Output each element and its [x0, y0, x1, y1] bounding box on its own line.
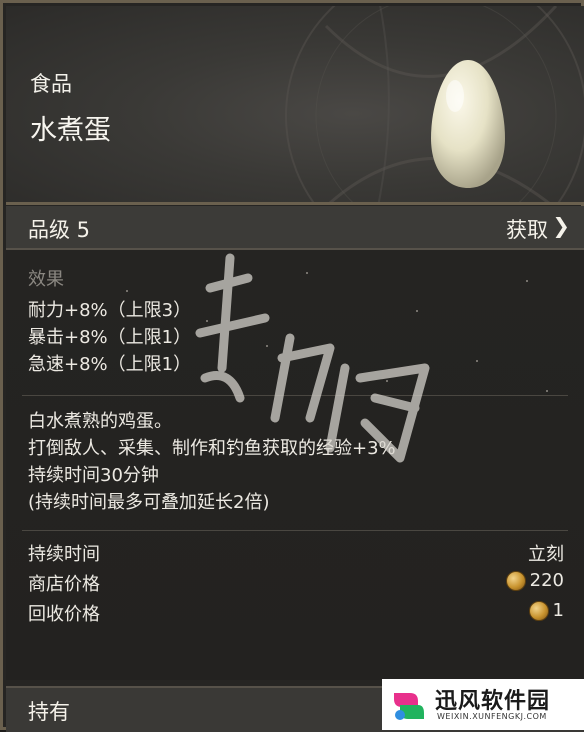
item-header: 食品 水煮蛋 [6, 6, 584, 205]
grade-label: 品级 5 [28, 218, 91, 242]
item-category: 食品 [30, 72, 72, 96]
gold-coin-icon [528, 600, 549, 621]
shop-price-value: 220 [505, 570, 564, 591]
item-name: 水煮蛋 [30, 115, 111, 146]
shop-price-text: 220 [529, 570, 564, 591]
owned-label: 持有 [28, 700, 70, 724]
logo-url: WEIXIN.XUNFENGKJ.COM [437, 712, 547, 721]
description-line: (持续时间最多可叠加延长2倍) [28, 492, 270, 513]
item-details: 效果 耐力+8%（上限3） 暴击+8%（上限1） 急速+8%（上限1） 白水煮熟… [6, 250, 584, 680]
recycle-price-label: 回收价格 [28, 604, 100, 625]
duration-value-text: 立刻 [528, 544, 564, 565]
grade-bar: 品级 5 获取 ❯ [6, 206, 584, 250]
site-logo: 迅风软件园 WEIXIN.XUNFENGKJ.COM [382, 679, 584, 730]
divider [22, 530, 568, 531]
divider [22, 395, 568, 396]
boiled-egg-icon [431, 60, 505, 188]
description-line: 白水煮熟的鸡蛋。 [28, 411, 172, 432]
effect-line: 急速+8%（上限1） [28, 354, 192, 375]
effect-line: 耐力+8%（上限3） [28, 300, 192, 321]
description-line: 打倒敌人、采集、制作和钓鱼获取的经验+3% [28, 438, 396, 459]
effects-title: 效果 [28, 269, 64, 290]
duration-value: 立刻 [528, 540, 564, 566]
logo-text: 迅风软件园 [435, 689, 551, 714]
item-tooltip-panel: 食品 水煮蛋 品级 5 获取 ❯ 效果 耐力+8%（上限3） 暴击+8%（上限1… [0, 0, 584, 732]
recycle-price-text: 1 [552, 600, 564, 621]
gold-coin-icon [505, 570, 526, 591]
effect-line: 暴击+8%（上限1） [28, 327, 192, 348]
decorative-ornament-icon [285, 6, 584, 202]
logo-mark-icon [388, 685, 428, 725]
description-line: 持续时间30分钟 [28, 465, 159, 486]
duration-label: 持续时间 [28, 544, 100, 565]
recycle-price-value: 1 [528, 600, 564, 621]
chevron-right-icon[interactable]: ❯ [552, 214, 570, 238]
shop-price-label: 商店价格 [28, 574, 100, 595]
obtain-link[interactable]: 获取 [506, 214, 548, 244]
